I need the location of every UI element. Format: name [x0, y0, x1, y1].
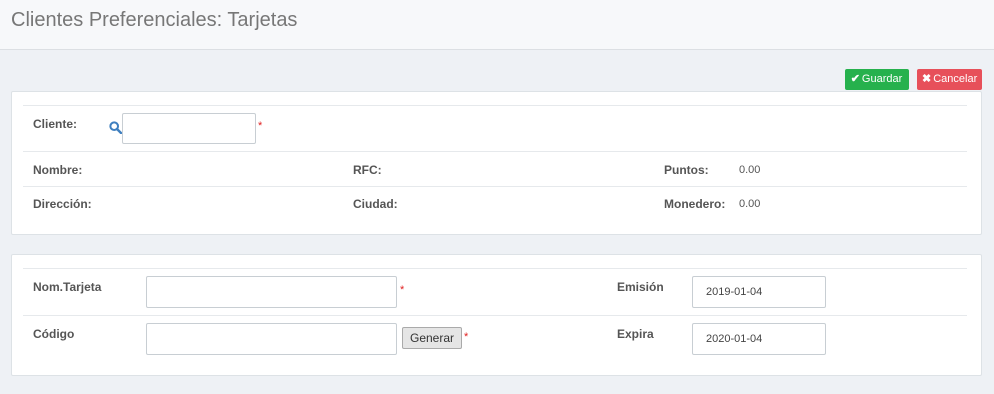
required-mark: * [400, 284, 405, 296]
cliente-label: Cliente: [33, 117, 78, 131]
expira-label: Expira [617, 327, 654, 341]
divider [23, 151, 967, 152]
cancel-button[interactable]: ✖ Cancelar [917, 69, 982, 90]
divider [23, 268, 967, 269]
card-panel: Nom.Tarjeta * Emisión 2019-01-04 Código … [11, 254, 982, 376]
emision-date-input[interactable]: 2019-01-04 [692, 276, 826, 308]
save-label: Guardar [861, 73, 903, 85]
codigo-label: Código [33, 327, 75, 341]
nom-tarjeta-input[interactable] [146, 276, 397, 308]
search-icon[interactable] [109, 121, 122, 134]
divider [23, 105, 967, 106]
monedero-label: Monedero: [664, 197, 726, 211]
rfc-label: RFC: [353, 163, 382, 177]
cancel-label: Cancelar [933, 73, 978, 85]
client-panel: Cliente: * Nombre: RFC: Puntos: 0.00 Dir… [11, 91, 982, 235]
required-mark: * [464, 331, 469, 343]
nom-tarjeta-label: Nom.Tarjeta [33, 280, 102, 294]
divider [23, 315, 967, 316]
ciudad-label: Ciudad: [353, 197, 398, 211]
puntos-label: Puntos: [664, 163, 709, 177]
cliente-input[interactable] [122, 113, 256, 144]
check-icon: ✔ [850, 73, 860, 85]
generar-button[interactable]: Generar [402, 327, 462, 349]
emision-label: Emisión [617, 280, 664, 294]
codigo-input[interactable] [146, 323, 397, 355]
save-button[interactable]: ✔ Guardar [845, 69, 909, 90]
required-mark: * [258, 120, 263, 132]
close-icon: ✖ [922, 73, 932, 85]
nombre-label: Nombre: [33, 163, 83, 177]
expira-date-input[interactable]: 2020-01-04 [692, 323, 826, 355]
page-header: Clientes Preferenciales: Tarjetas [0, 0, 994, 50]
puntos-value: 0.00 [739, 164, 761, 176]
divider [23, 186, 967, 187]
direccion-label: Dirección: [33, 197, 92, 211]
page-title: Clientes Preferenciales: Tarjetas [11, 9, 298, 31]
monedero-value: 0.00 [739, 198, 761, 210]
